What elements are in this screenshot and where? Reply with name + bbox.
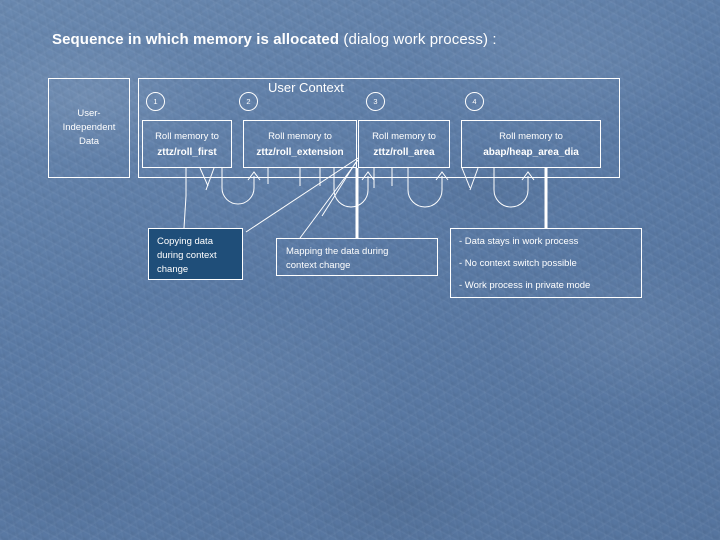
copying-line2: during context: [157, 249, 217, 261]
title-normal-part: (dialog work process) :: [343, 31, 497, 48]
mapping-line1: Mapping the data during: [286, 246, 389, 257]
step-number-circle-2: 2: [239, 92, 258, 111]
user-independent-data-line2: Independent: [62, 122, 116, 134]
step-number-3: 3: [373, 97, 378, 106]
memory-step-box-2: Roll memory to zttz/roll_extension: [243, 120, 357, 168]
user-independent-data-line3: Data: [78, 135, 100, 147]
mapping-line2: context change: [286, 259, 351, 271]
step-number-circle-4: 4: [465, 92, 484, 111]
step-number-circle-3: 3: [366, 92, 385, 111]
memory-step-2-caption: Roll memory to: [268, 130, 332, 142]
page-title: Sequence in which memory is allocated (d…: [52, 31, 497, 48]
memory-step-1-parameter: zttz/roll_first: [157, 146, 217, 158]
copying-line3: change: [157, 263, 189, 275]
step-number-4: 4: [472, 97, 477, 106]
memory-step-3-parameter: zttz/roll_area: [373, 146, 435, 158]
note-item-2: - No context switch possible: [459, 258, 577, 269]
copying-data-annotation-box: Copying data during context change: [148, 228, 243, 280]
user-context-label: User Context: [268, 80, 344, 95]
memory-step-4-caption: Roll memory to: [499, 130, 563, 142]
memory-step-box-4: Roll memory to abap/heap_area_dia: [461, 120, 601, 168]
copying-line1: Copying data: [157, 236, 213, 247]
memory-step-3-caption: Roll memory to: [372, 130, 436, 142]
work-process-notes-box: - Data stays in work process - No contex…: [450, 228, 642, 298]
memory-step-box-3: Roll memory to zttz/roll_area: [358, 120, 450, 168]
user-independent-data-line1: User-: [77, 108, 101, 120]
memory-step-box-1: Roll memory to zttz/roll_first: [142, 120, 232, 168]
note-item-1: - Data stays in work process: [459, 236, 579, 247]
step-number-2: 2: [246, 97, 251, 106]
note-item-3: - Work process in private mode: [459, 280, 591, 291]
step-number-circle-1: 1: [146, 92, 165, 111]
title-bold-part: Sequence in which memory is allocated: [52, 31, 344, 48]
memory-step-1-caption: Roll memory to: [155, 130, 219, 142]
step-number-1: 1: [153, 97, 158, 106]
mapping-data-annotation-box: Mapping the data during context change: [276, 238, 438, 276]
memory-step-2-parameter: zttz/roll_extension: [256, 146, 344, 158]
memory-step-4-parameter: abap/heap_area_dia: [483, 146, 579, 158]
user-independent-data-box: User- Independent Data: [48, 78, 130, 178]
